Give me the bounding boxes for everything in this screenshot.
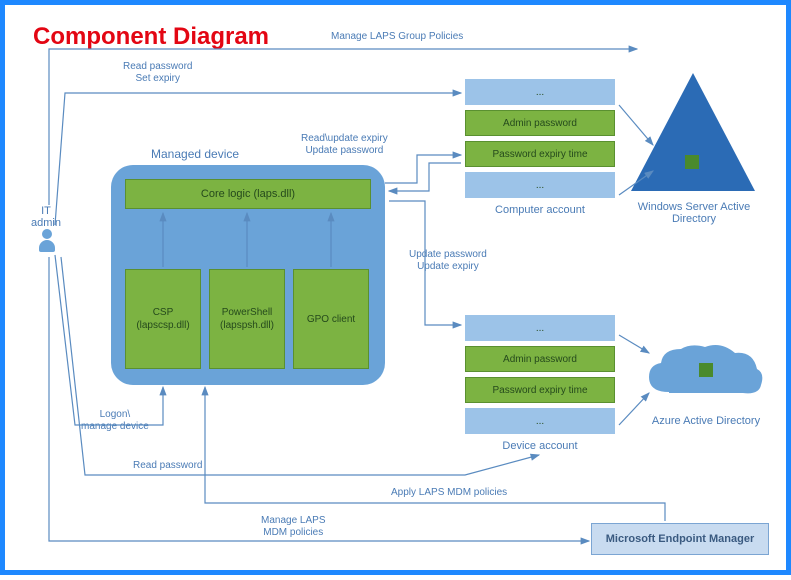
account-row: Admin password [465, 346, 615, 372]
device-account-box: ... Admin password Password expiry time … [465, 315, 615, 452]
it-admin-label: ITadmin [25, 205, 67, 229]
computer-account-label: Computer account [465, 204, 615, 216]
account-row: ... [465, 172, 615, 198]
computer-account-box: ... Admin password Password expiry time … [465, 79, 615, 216]
managed-device-container: Core logic (laps.dll) CSP(lapscsp.dll) P… [111, 165, 385, 385]
flow-logon: Logon\manage device [81, 409, 149, 433]
account-row: Password expiry time [465, 377, 615, 403]
csp-box: CSP(lapscsp.dll) [125, 269, 201, 369]
powershell-box: PowerShell(lapspsh.dll) [209, 269, 285, 369]
azure-ad-label: Azure Active Directory [641, 415, 771, 427]
gpo-client-box: GPO client [293, 269, 369, 369]
managed-device-label: Managed device [151, 147, 239, 161]
flow-apply-mdm: Apply LAPS MDM policies [391, 487, 507, 499]
flow-read-pw: Read password [133, 460, 202, 472]
account-row: ... [465, 315, 615, 341]
account-row: Admin password [465, 110, 615, 136]
flow-read-set: Read passwordSet expiry [123, 61, 192, 85]
diagram-title: Component Diagram [33, 23, 269, 51]
account-row: Password expiry time [465, 141, 615, 167]
windows-ad-label: Windows Server Active Directory [629, 201, 759, 225]
windows-ad-dot [685, 155, 699, 169]
core-logic-box: Core logic (laps.dll) [125, 179, 371, 209]
it-admin-icon [39, 229, 55, 252]
azure-ad-dot [699, 363, 713, 377]
flow-manage-mdm: Manage LAPSMDM policies [261, 515, 326, 539]
flow-update-pw: Update passwordUpdate expiry [409, 249, 487, 273]
flow-manage-policies: Manage LAPS Group Policies [331, 31, 463, 43]
flow-read-update: Read\update expiryUpdate password [301, 133, 388, 157]
device-account-label: Device account [465, 440, 615, 452]
windows-ad-icon [631, 73, 755, 191]
account-row: ... [465, 79, 615, 105]
account-row: ... [465, 408, 615, 434]
endpoint-manager-box: Microsoft Endpoint Manager [591, 523, 769, 555]
